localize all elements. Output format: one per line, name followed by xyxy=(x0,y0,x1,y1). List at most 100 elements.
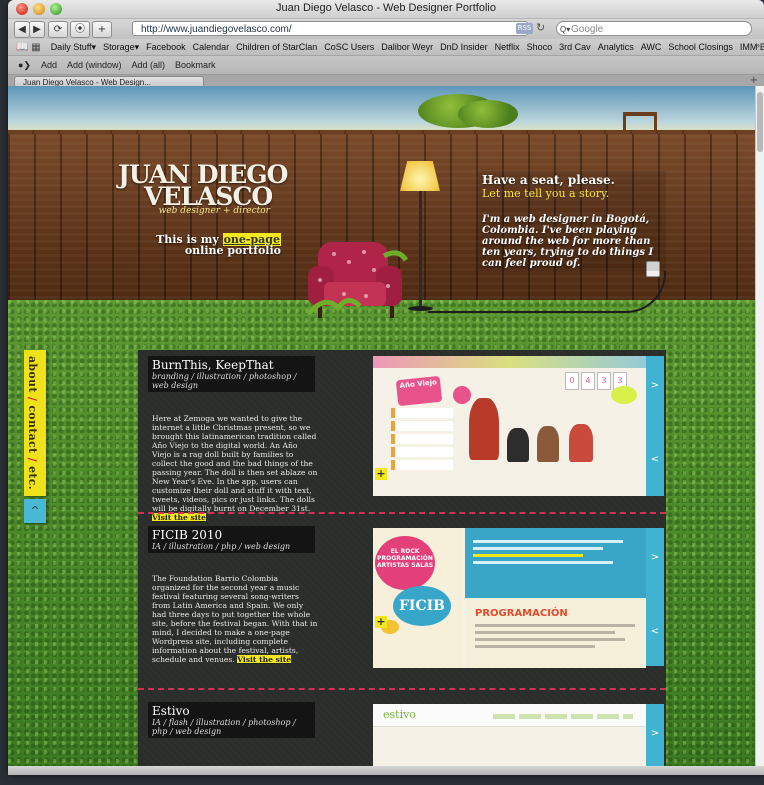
speech-bubble-icon xyxy=(453,386,471,404)
reader-button[interactable]: ⦿ xyxy=(70,21,90,38)
ficib-logo: FICIB xyxy=(393,586,451,626)
screenshot-left-column: EL ROCK PROGRAMACIÓN ARTISTAS SALAS FICI… xyxy=(373,528,463,668)
list-item xyxy=(391,460,453,470)
browser-window: Juan Diego Velasco - Web Designer Portfo… xyxy=(8,0,764,775)
rag-doll-illustration xyxy=(507,428,529,462)
project-categories: IA / illustration / php / web design xyxy=(152,542,291,551)
project-screenshot[interactable]: EL ROCK PROGRAMACIÓN ARTISTAS SALAS FICI… xyxy=(373,528,646,668)
list-item xyxy=(391,434,453,444)
project-categories: IA / flash / illustration / photoshop / … xyxy=(152,718,296,736)
back-button[interactable]: ◀ xyxy=(14,21,30,38)
screenshot-header-strip xyxy=(373,356,646,368)
about-contact-tab[interactable]: about / contact / etc. xyxy=(24,350,46,496)
status-bar xyxy=(8,766,764,775)
project-description-text: Here at Zemoga we wanted to give the int… xyxy=(152,414,318,513)
rss-icon[interactable]: RSS xyxy=(516,23,533,34)
estivo-logo: estivo xyxy=(383,708,416,721)
bookmark-button[interactable]: Bookmark xyxy=(175,60,216,70)
bookmark-item[interactable]: 3rd Cav xyxy=(559,42,591,52)
add-all-button[interactable]: Add (all) xyxy=(132,60,166,70)
bookmark-item[interactable]: Dalibor Weyr xyxy=(381,42,433,52)
bookmark-item[interactable]: DnD Insider xyxy=(440,42,488,52)
bookmark-item[interactable]: Facebook xyxy=(146,42,186,52)
etc-link[interactable]: etc. xyxy=(26,466,39,490)
project-description: Here at Zemoga we wanted to give the int… xyxy=(152,414,318,522)
badge-text: EL ROCK PROGRAMACIÓN ARTISTAS SALAS xyxy=(376,548,434,569)
bookmark-item[interactable]: AWC xyxy=(641,42,662,52)
project-title-box: Estivo IA / flash / illustration / photo… xyxy=(148,702,315,738)
armchair-illustration xyxy=(306,242,409,318)
next-arrow-icon[interactable]: > xyxy=(646,378,664,394)
bookmark-item[interactable]: Daily Stuff▾ xyxy=(51,42,96,53)
search-input[interactable]: Google xyxy=(556,21,752,37)
logo-last-name: VELASCO xyxy=(144,182,273,211)
intro-subheading: Let me tell you a story. xyxy=(482,187,610,200)
extension-logo-icon[interactable]: ●❯ xyxy=(18,60,31,71)
next-arrow-icon[interactable]: > xyxy=(646,726,664,742)
page-viewport: JUAN DIEGO VELASCO web designer + direct… xyxy=(8,86,756,766)
separator: / xyxy=(26,392,39,406)
add-bookmark-button[interactable]: + xyxy=(92,21,112,38)
new-tab-icon[interactable]: + xyxy=(750,75,758,86)
share-icon: ⟳ xyxy=(53,24,63,35)
intro-box: Have a seat, please. Let me tell you a s… xyxy=(478,171,666,271)
intro-paragraph: I'm a web designer in Bogotá, Colombia. … xyxy=(482,214,654,269)
add-button[interactable]: Add xyxy=(41,60,57,70)
site-logo[interactable]: JUAN DIEGO VELASCO web designer + direct… xyxy=(118,162,288,216)
screenshot-list xyxy=(391,408,453,473)
body-text-lines xyxy=(475,624,635,652)
bookmark-item[interactable]: Analytics xyxy=(598,42,634,52)
clock-digit: 3 xyxy=(597,372,611,390)
bookmark-item[interactable]: IMM Blog xyxy=(740,42,764,52)
bookmarks-grid-icon[interactable]: 📖 ▦ xyxy=(16,42,41,53)
bookmark-item[interactable]: Children of StarClan xyxy=(236,42,317,52)
lamp-pole xyxy=(419,191,422,309)
reload-icon[interactable]: ↻ xyxy=(536,21,545,34)
screenshot-header: estivo xyxy=(373,704,646,727)
bookmark-item[interactable]: School Closings xyxy=(668,42,733,52)
rag-doll-illustration xyxy=(469,398,499,460)
header-text-lines xyxy=(473,540,623,564)
scrollbar-thumb[interactable] xyxy=(757,92,763,152)
bookmark-item[interactable]: CoSC Users xyxy=(324,42,374,52)
visit-site-link[interactable]: Visit the site xyxy=(237,655,292,664)
bookmark-item[interactable]: Shoco xyxy=(527,42,553,52)
clock-digit: 0 xyxy=(565,372,579,390)
share-button[interactable]: ⟳ xyxy=(48,21,68,38)
forward-icon: ▶ xyxy=(33,24,41,35)
project-screenshot[interactable]: estivo xyxy=(373,704,646,766)
add-window-button[interactable]: Add (window) xyxy=(67,60,122,70)
project-title: BurnThis, KeepThat xyxy=(152,358,274,372)
bookmark-item[interactable]: Netflix xyxy=(495,42,520,52)
about-link[interactable]: about xyxy=(26,356,39,393)
plus-icon: + xyxy=(97,24,107,35)
address-bar[interactable]: http://www.juandiegovelasco.com/ xyxy=(132,21,528,36)
portfolio-tagline: This is my one-page online portfolio xyxy=(146,233,281,256)
next-arrow-icon[interactable]: > xyxy=(646,550,664,566)
prev-arrow-icon[interactable]: < xyxy=(646,452,664,468)
project-screenshot[interactable]: Año Viejo 0 4 3 3 + xyxy=(373,356,646,496)
screenshot-nav xyxy=(493,714,633,719)
back-icon: ◀ xyxy=(18,24,26,35)
list-item xyxy=(391,408,453,418)
project-title: Estivo xyxy=(152,704,190,718)
reader-icon: ⦿ xyxy=(75,24,85,35)
title-bar: Juan Diego Velasco - Web Designer Portfo… xyxy=(8,0,764,19)
rag-doll-illustration xyxy=(569,424,593,462)
contact-link[interactable]: contact xyxy=(26,405,39,453)
bookmark-item[interactable]: Calendar xyxy=(193,42,230,52)
bookmark-item[interactable]: Storage▾ xyxy=(103,42,139,53)
vertical-scrollbar[interactable] xyxy=(755,86,764,766)
expand-plus-button[interactable]: + xyxy=(375,468,387,480)
prev-arrow-icon[interactable]: < xyxy=(646,624,664,640)
slider-controls: > xyxy=(646,704,664,766)
project-categories: branding / illustration / photoshop / we… xyxy=(152,372,297,390)
expand-plus-button[interactable]: + xyxy=(375,616,387,628)
slider-controls: > < xyxy=(646,356,664,496)
projects-panel: BurnThis, KeepThat branding / illustrati… xyxy=(138,350,666,766)
scroll-up-button[interactable]: ^ xyxy=(24,499,46,523)
lamp-cable xyxy=(428,271,666,313)
bookmarks-overflow-icon[interactable]: » xyxy=(755,40,760,50)
visit-site-link[interactable]: Visit the site xyxy=(152,513,206,522)
forward-button[interactable]: ▶ xyxy=(29,21,45,38)
